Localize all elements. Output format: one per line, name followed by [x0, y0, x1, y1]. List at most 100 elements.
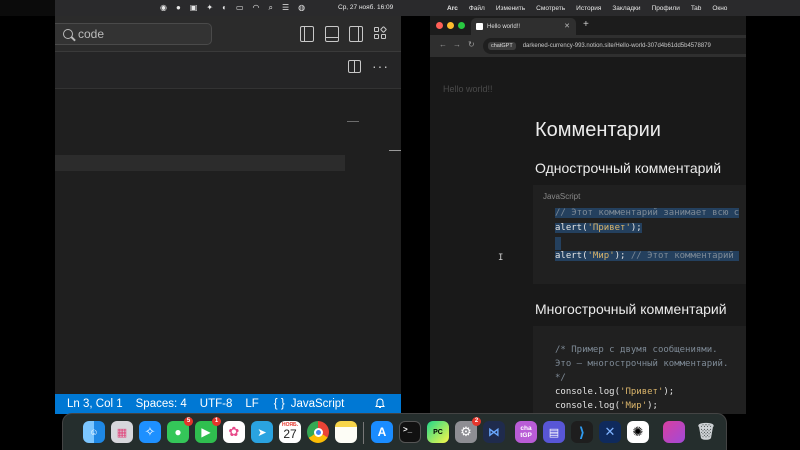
current-line-highlight	[55, 155, 345, 171]
control-center-icon[interactable]: ☰	[282, 0, 289, 16]
split-editor-icon[interactable]	[348, 60, 361, 73]
code-block-multi-line[interactable]: /* Пример с двумя сообщениями. Это – мно…	[533, 326, 746, 414]
code-token: );	[630, 223, 642, 233]
editor-area[interactable]	[55, 89, 401, 394]
code-line: /* Пример с двумя сообщениями.	[555, 345, 718, 355]
pin-icon[interactable]: ✦	[206, 0, 213, 16]
wifi-icon[interactable]: ◠	[253, 0, 260, 16]
clock[interactable]: Ср, 27 нояб. 16:09	[338, 0, 393, 16]
tab-strip: Hello world!! ✕ +	[430, 16, 746, 35]
finder-icon[interactable]: ☺	[83, 421, 105, 443]
arc-icon[interactable]: ✕	[599, 421, 621, 443]
browser-tab[interactable]: Hello world!! ✕	[471, 18, 576, 35]
status-bar: Ln 3, Col 1 Spaces: 4 UTF-8 LF { } JavaS…	[55, 394, 401, 414]
launchpad-icon[interactable]: ▦	[111, 421, 133, 443]
menu-app-name[interactable]: Arc	[447, 5, 458, 12]
customize-layout-icon[interactable]	[374, 25, 388, 42]
menu-bookmarks[interactable]: Закладки	[612, 5, 640, 12]
status-eol[interactable]: LF	[245, 398, 258, 410]
messages-icon[interactable]: ● 5	[167, 417, 193, 443]
terminal-icon[interactable]: >_	[399, 421, 421, 443]
menu-file[interactable]: Файл	[469, 5, 485, 12]
safari-icon[interactable]: ✧	[139, 421, 161, 443]
command-center-search[interactable]: code	[55, 23, 212, 45]
code-string: 'Мир'	[587, 251, 615, 261]
code-block-single-line[interactable]: JavaScript // Этот комментарий занимает …	[533, 185, 746, 284]
code-token: );	[647, 401, 658, 411]
wechat-icon[interactable]: ●	[176, 0, 181, 16]
status-language[interactable]: JavaScript	[291, 398, 345, 410]
code-line: console.log('Привет');	[555, 387, 674, 397]
chatgpt-web-app-icon[interactable]: cha tGP	[515, 421, 537, 443]
chrome-icon[interactable]	[307, 421, 329, 443]
telegram-icon[interactable]: ➤	[251, 421, 273, 443]
vscode-window: code ··· Ln 3, Col 1 Spaces: 4 UTF-8 LF …	[55, 16, 401, 414]
status-cursor-position[interactable]: Ln 3, Col 1	[67, 398, 123, 410]
status-encoding[interactable]: UTF-8	[200, 398, 233, 410]
linear-icon[interactable]: ⋈	[483, 421, 505, 443]
more-actions-icon[interactable]: ···	[372, 58, 389, 74]
breadcrumb[interactable]: Hello world!!	[443, 84, 493, 94]
pycharm-icon[interactable]: PC	[427, 421, 449, 443]
notes-icon[interactable]	[335, 421, 357, 443]
toggle-secondary-sidebar-icon[interactable]	[349, 26, 363, 42]
system-settings-icon[interactable]: ⚙ 2	[455, 417, 481, 443]
code-language-label[interactable]: JavaScript	[543, 192, 580, 201]
new-tab-icon[interactable]: +	[583, 19, 589, 30]
search-icon[interactable]: ⌕	[268, 0, 272, 16]
menu-history[interactable]: История	[576, 5, 601, 12]
code-line: Это – многострочный комментарий.	[555, 359, 729, 369]
search-icon	[63, 29, 73, 39]
forward-icon[interactable]: →	[453, 40, 461, 49]
desktop-left	[0, 16, 55, 450]
tab-title: Hello world!!	[487, 23, 521, 30]
app-store-icon[interactable]: A	[371, 421, 393, 443]
code-string: 'Привет'	[587, 223, 631, 233]
minimize-window-button[interactable]	[447, 22, 454, 29]
code-token: alert(	[555, 251, 588, 261]
play-icon[interactable]: ◐	[222, 0, 227, 16]
desktop-right	[746, 16, 800, 450]
siri-icon[interactable]: ◍	[298, 0, 305, 16]
code-line: */	[555, 373, 566, 383]
code-line: alert('Мир'); // Этот комментарий	[555, 251, 740, 261]
scrollbar-marker	[389, 150, 401, 151]
browser-toolbar: ← → ↻ chatGPT darkened-currency-993.noti…	[430, 35, 746, 57]
menu-profiles[interactable]: Профили	[652, 5, 680, 12]
zoom-window-button[interactable]	[458, 22, 465, 29]
close-window-button[interactable]	[436, 22, 443, 29]
notifications-bell-icon[interactable]	[375, 398, 385, 409]
browser-window: Hello world!! ✕ + ← → ↻ chatGPT darkened…	[430, 16, 746, 414]
tab-close-icon[interactable]: ✕	[564, 22, 570, 30]
photos-icon[interactable]: ✿	[223, 421, 245, 443]
menu-window[interactable]: Окно	[712, 5, 727, 12]
menu-tab[interactable]: Tab	[691, 5, 701, 12]
preview-icon[interactable]: ▤	[543, 421, 565, 443]
battery-icon[interactable]: ▭	[236, 0, 244, 16]
language-braces-icon[interactable]: { }	[274, 398, 285, 410]
calendar-icon[interactable]: НОЯБ. 27	[279, 421, 301, 443]
toggle-panel-icon[interactable]	[325, 26, 339, 42]
menu-view[interactable]: Смотреть	[536, 5, 565, 12]
vscode-icon[interactable]: ⟩	[571, 421, 593, 443]
code-token: console.log(	[555, 401, 621, 411]
copilot-icon[interactable]: ◉	[160, 0, 167, 16]
vscode-titlebar: code	[55, 16, 401, 52]
reload-icon[interactable]: ↻	[468, 40, 475, 49]
back-icon[interactable]: ←	[439, 40, 447, 49]
text-cursor-icon: I	[498, 253, 504, 263]
address-bar[interactable]: chatGPT darkened-currency-993.notion.sit…	[483, 38, 746, 54]
app-menu: Arc Файл Изменить Смотреть История Закла…	[436, 0, 727, 16]
window-icon[interactable]: ▣	[190, 0, 198, 16]
status-indentation[interactable]: Spaces: 4	[136, 398, 187, 410]
toggle-primary-sidebar-icon[interactable]	[300, 26, 314, 42]
chatgpt-icon[interactable]: ✺	[627, 421, 649, 443]
menu-edit[interactable]: Изменить	[496, 5, 525, 12]
trash-icon[interactable]: 🗑	[695, 421, 717, 443]
minimap-marker	[347, 121, 359, 122]
facetime-icon[interactable]: ▶ 1	[195, 417, 221, 443]
section-heading-multi-line: Многострочный комментарий	[535, 301, 727, 317]
url-chip[interactable]: chatGPT	[488, 42, 516, 50]
dock-separator	[363, 422, 364, 444]
photo-booth-icon[interactable]	[663, 421, 685, 443]
